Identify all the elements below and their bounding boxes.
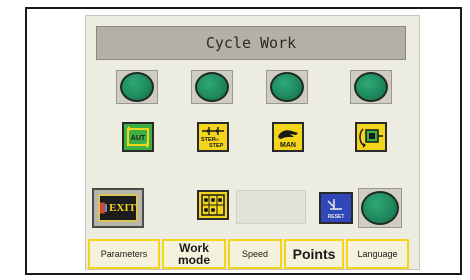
hmi-panel: Cycle Work AUT STEP BY STEP MAN EXIT RES… bbox=[85, 15, 420, 270]
lamp-indicator bbox=[361, 191, 399, 225]
svg-text:MAN: MAN bbox=[280, 142, 296, 149]
page-title: Cycle Work bbox=[205, 34, 297, 52]
reset-icon: RESET bbox=[327, 199, 345, 220]
grid-matrix-icon bbox=[201, 194, 225, 216]
svg-text:BY: BY bbox=[214, 137, 220, 142]
tab-label: Work mode bbox=[177, 241, 210, 267]
exit-button-face: EXIT bbox=[98, 194, 138, 222]
tab-points[interactable]: Points bbox=[284, 239, 344, 269]
exit-button[interactable]: EXIT bbox=[92, 188, 144, 228]
svg-text:RESET: RESET bbox=[328, 214, 345, 220]
reset-button[interactable]: RESET bbox=[319, 192, 353, 224]
manual-hand-icon: MAN bbox=[278, 130, 298, 149]
tab-speed[interactable]: Speed bbox=[228, 239, 282, 269]
auto-cycle-icon: AUT bbox=[127, 126, 149, 148]
step-by-step-icon: STEP BY STEP bbox=[201, 127, 224, 149]
grid-pattern-button[interactable] bbox=[197, 190, 229, 220]
title-bar: Cycle Work bbox=[96, 26, 406, 60]
status-lamp-5 bbox=[358, 188, 402, 228]
manual-mode-button[interactable]: MAN bbox=[272, 122, 304, 152]
status-lamp-4 bbox=[350, 70, 392, 104]
svg-text:STEP: STEP bbox=[209, 143, 224, 149]
step-by-step-button[interactable]: STEP BY STEP bbox=[197, 122, 229, 152]
svg-text:AUT: AUT bbox=[131, 135, 146, 142]
status-lamp-3 bbox=[266, 70, 308, 104]
lamp-indicator bbox=[120, 72, 154, 102]
auto-mode-button[interactable]: AUT bbox=[122, 122, 154, 152]
tab-label: Speed bbox=[241, 248, 269, 259]
status-lamp-1 bbox=[116, 70, 158, 104]
cycle-robot-button[interactable] bbox=[355, 122, 387, 152]
tab-language[interactable]: Language bbox=[346, 239, 409, 269]
lamp-indicator bbox=[270, 72, 304, 102]
bottom-tab-bar: Parameters Work mode Speed Points Langua… bbox=[86, 239, 419, 269]
tab-label: Points bbox=[292, 246, 336, 262]
tab-parameters[interactable]: Parameters bbox=[88, 239, 160, 269]
value-display-field bbox=[236, 190, 306, 224]
exit-label: EXIT bbox=[109, 202, 136, 214]
exit-door-icon bbox=[100, 202, 108, 214]
tab-work-mode[interactable]: Work mode bbox=[162, 239, 226, 269]
lamp-indicator bbox=[195, 72, 229, 102]
tab-label: Parameters bbox=[100, 248, 148, 259]
lamp-indicator bbox=[354, 72, 388, 102]
screen-frame: Cycle Work AUT STEP BY STEP MAN EXIT RES… bbox=[25, 7, 462, 275]
tab-label: Language bbox=[357, 248, 398, 259]
status-lamp-2 bbox=[191, 70, 233, 104]
cycle-robot-icon bbox=[359, 128, 383, 148]
